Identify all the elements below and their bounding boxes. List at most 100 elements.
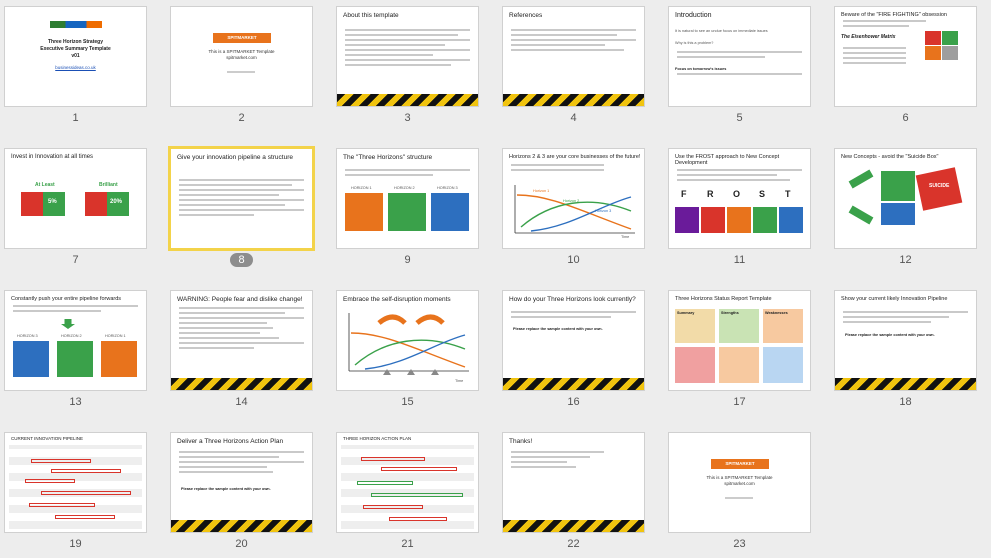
- slide-5[interactable]: Introduction It is natural to see an und…: [664, 0, 829, 138]
- frost-box: [701, 207, 725, 233]
- hazard-stripe: [171, 378, 312, 390]
- slide-16[interactable]: How do your Three Horizons look currentl…: [498, 284, 663, 422]
- slide-7[interactable]: Invest in Innovation at all times At Lea…: [0, 142, 165, 280]
- slide-thumbnail[interactable]: References: [503, 7, 644, 106]
- slide-thumbnail[interactable]: Three Horizon Strategy Executive Summary…: [5, 7, 146, 106]
- horizon-label: HORIZON 1: [105, 334, 126, 338]
- slide-thumbnail[interactable]: Beware of the "FIRE FIGHTING" obsession …: [835, 7, 976, 106]
- slide-thumbnail[interactable]: Introduction It is natural to see an und…: [669, 7, 810, 106]
- slide-8[interactable]: Give your innovation pipeline a structur…: [166, 142, 331, 280]
- slide-thumbnail[interactable]: Horizons 2 & 3 are your core businesses …: [503, 149, 644, 248]
- banner-label: SPITMARKET: [725, 461, 755, 466]
- slide-title: Invest in Innovation at all times: [11, 154, 94, 160]
- slide-thumbnail[interactable]: SPITMARKET This is a SPITMARKET Template…: [669, 433, 810, 532]
- slide-thumbnail[interactable]: Use the FROST approach to New Concept De…: [669, 149, 810, 248]
- slide-title: Deliver a Three Horizons Action Plan: [177, 438, 284, 445]
- slide-11[interactable]: Use the FROST approach to New Concept De…: [664, 142, 829, 280]
- banner-label: SPITMARKET: [227, 35, 257, 40]
- slide-thumbnail[interactable]: THREE HORIZON ACTION PLAN: [337, 433, 478, 532]
- frost-box: [753, 207, 777, 233]
- slide-1[interactable]: Three Horizon Strategy Executive Summary…: [0, 0, 165, 138]
- slide-number: 6: [902, 112, 909, 124]
- frost-box: [727, 207, 751, 233]
- slide-sorter-grid: Three Horizon Strategy Executive Summary…: [0, 0, 991, 558]
- slide-thumbnail[interactable]: CURRENT INNOVATION PIPELINE: [5, 433, 146, 532]
- slide-number: 9: [404, 254, 411, 266]
- slide-thumbnail[interactable]: Embrace the self-disruption moments Time: [337, 291, 478, 390]
- slide-thumbnail[interactable]: How do your Three Horizons look currentl…: [503, 291, 644, 390]
- slide-body-text: [843, 311, 968, 326]
- horizon-label: HORIZON 2: [61, 334, 82, 338]
- slide-10[interactable]: Horizons 2 & 3 are your core businesses …: [498, 142, 663, 280]
- suicide-box: [915, 167, 963, 211]
- slide-number: 21: [401, 538, 414, 550]
- slide-number: 10: [567, 254, 580, 266]
- slide-text-line: Please replace the sample content with y…: [181, 487, 271, 491]
- slide-2[interactable]: SPITMARKET This is a SPITMARKET Template…: [166, 0, 331, 138]
- frost-box: [779, 207, 803, 233]
- slide-15[interactable]: Embrace the self-disruption moments Time…: [332, 284, 497, 422]
- slide-number: 4: [570, 112, 577, 124]
- slide-text-line: Please replace the sample content with y…: [513, 327, 603, 331]
- axis-label: Time: [455, 379, 464, 383]
- curve-label: Horizon 3: [595, 209, 612, 213]
- frost-box: [675, 207, 699, 233]
- slide-link: spitmarket.com: [226, 55, 257, 60]
- slide-title: The "Three Horizons" structure: [343, 154, 433, 161]
- slide-thumbnail[interactable]: WARNING: People fear and dislike change!: [171, 291, 312, 390]
- slide-19[interactable]: CURRENT INNOVATION PIPELINE 19: [0, 426, 165, 558]
- slide-title: Horizons 2 & 3 are your core businesses …: [509, 154, 641, 160]
- slide-3[interactable]: About this template 3: [332, 0, 497, 138]
- matrix-green: [942, 31, 958, 45]
- slide-thumbnail[interactable]: Show your current likely Innovation Pipe…: [835, 291, 976, 390]
- slide-thumbnail[interactable]: Deliver a Three Horizons Action Plan Ple…: [171, 433, 312, 532]
- horizon-3-box: [13, 341, 49, 377]
- slide-thumbnail[interactable]: Three Horizons Status Report Template Su…: [669, 291, 810, 390]
- slide-thumbnail[interactable]: Thanks!: [503, 433, 644, 532]
- slide-thumbnail[interactable]: SPITMARKET This is a SPITMARKET Template…: [171, 7, 312, 106]
- percent-label: 20%: [110, 199, 123, 205]
- slide-14[interactable]: WARNING: People fear and dislike change!…: [166, 284, 331, 422]
- slide-link: businessideas.co.uk: [55, 65, 96, 70]
- panel-label: Strengths: [721, 311, 739, 315]
- slide-21[interactable]: THREE HORIZON ACTION PLAN 21: [332, 426, 497, 558]
- slide-number: 19: [69, 538, 82, 550]
- slide-22[interactable]: Thanks! 22: [498, 426, 663, 558]
- slide-thumbnail[interactable]: The "Three Horizons" structure HORIZON 1…: [337, 149, 478, 248]
- horizon-label: HORIZON 3: [437, 186, 458, 190]
- hazard-stripe: [503, 94, 644, 106]
- slide-title: THREE HORIZON ACTION PLAN: [343, 436, 412, 441]
- pipeline-bar: [29, 503, 95, 507]
- slide-thumbnail[interactable]: About this template: [337, 7, 478, 106]
- slide-number: 1: [72, 112, 79, 124]
- slide-17[interactable]: Three Horizons Status Report Template Su…: [664, 284, 829, 422]
- concept-box-green: [881, 171, 915, 201]
- plan-bar: [357, 481, 413, 485]
- slide-6[interactable]: Beware of the "FIRE FIGHTING" obsession …: [830, 0, 991, 138]
- slide-title: Three Horizons Status Report Template: [675, 296, 772, 302]
- slide-number: 5: [736, 112, 743, 124]
- bar-red: [21, 192, 43, 216]
- slide-thumbnail[interactable]: Invest in Innovation at all times At Lea…: [5, 149, 146, 248]
- slide-4[interactable]: References 4: [498, 0, 663, 138]
- slide-23[interactable]: SPITMARKET This is a SPITMARKET Template…: [664, 426, 829, 558]
- slide-text-line: Executive Summary Template: [40, 46, 111, 52]
- slide-12[interactable]: New Concepts - avoid the "Suicide Box" S…: [830, 142, 991, 280]
- slide-18[interactable]: Show your current likely Innovation Pipe…: [830, 284, 991, 422]
- slide-thumbnail[interactable]: New Concepts - avoid the "Suicide Box" S…: [835, 149, 976, 248]
- slide-20[interactable]: Deliver a Three Horizons Action Plan Ple…: [166, 426, 331, 558]
- slide-thumbnail[interactable]: Give your innovation pipeline a structur…: [171, 149, 312, 248]
- slide-text-line: This is a SPITMARKET Template: [208, 49, 275, 54]
- slide-13[interactable]: Constantly push your entire pipeline for…: [0, 284, 165, 422]
- plan-bar: [381, 467, 457, 471]
- slide-title: Beware of the "FIRE FIGHTING" obsession: [841, 12, 947, 18]
- frost-letter: F: [681, 189, 687, 199]
- hazard-stripe: [337, 94, 478, 106]
- suicide-label: SUICIDE: [929, 183, 950, 189]
- slide-9[interactable]: The "Three Horizons" structure HORIZON 1…: [332, 142, 497, 280]
- frost-letter: R: [707, 189, 714, 199]
- slide-thumbnail[interactable]: Constantly push your entire pipeline for…: [5, 291, 146, 390]
- axis-label: Time: [621, 235, 630, 239]
- horizon-2-box: [388, 193, 426, 231]
- horizon-1-box: [101, 341, 137, 377]
